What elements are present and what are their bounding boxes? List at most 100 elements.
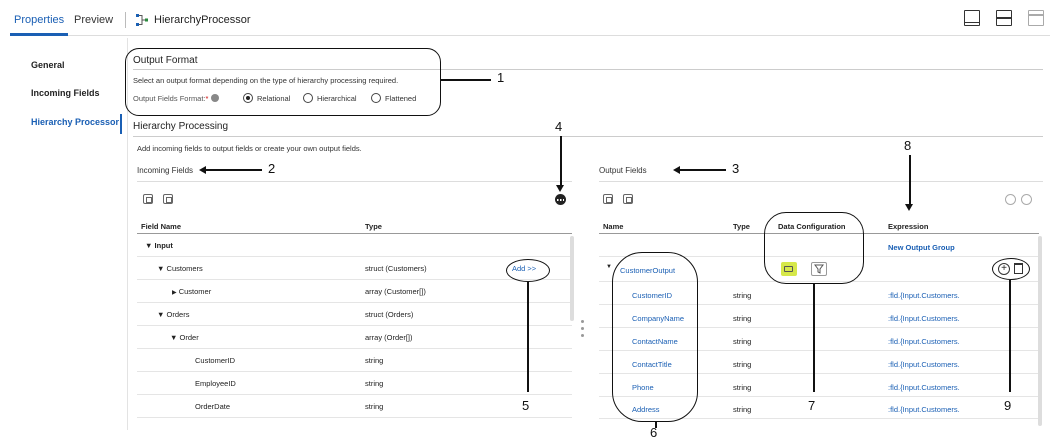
callout-number-9: 9	[1004, 398, 1012, 413]
callout-arrowhead-4	[556, 185, 564, 192]
callout-number-8: 8	[904, 138, 912, 153]
hierarchy-processing-rule	[133, 136, 1043, 137]
collapse-all-icon[interactable]	[163, 194, 173, 204]
hierarchy-processing-title: Hierarchy Processing	[133, 121, 229, 132]
incoming-header-line	[137, 233, 572, 234]
callout-number-2: 2	[268, 161, 276, 176]
incoming-field-label: Order	[179, 333, 199, 342]
callout-number-4: 4	[555, 119, 563, 134]
incoming-field-label: Customer	[178, 287, 212, 296]
expand-toggle-icon[interactable]: ▼	[157, 310, 164, 319]
callout-outline-1	[125, 48, 441, 116]
callout-arrowhead-8	[905, 204, 913, 211]
incoming-field-type: array (Customer[])	[365, 287, 426, 296]
callout-line-3	[679, 169, 726, 171]
tab-preview[interactable]: Preview	[74, 14, 113, 26]
incoming-fields-title: Incoming Fields	[137, 166, 194, 175]
row-divider	[137, 325, 572, 326]
expand-toggle-icon[interactable]: ▼	[606, 264, 612, 270]
incoming-field-type: array (Order[])	[365, 333, 413, 342]
hierarchy-processing-description: Add incoming fields to output fields or …	[137, 144, 362, 153]
row-divider	[137, 394, 572, 395]
output-col-expression: Expression	[888, 222, 929, 231]
incoming-scrollbar[interactable]	[570, 236, 574, 321]
incoming-fields-rule	[137, 181, 572, 182]
incoming-field-label: Customers	[166, 264, 203, 273]
output-field-type: string	[733, 360, 752, 369]
output-col-type: Type	[733, 222, 750, 231]
callout-line-7	[813, 284, 815, 392]
layout-bottom-panel-icon[interactable]	[964, 10, 980, 26]
incoming-field-name: ▼ Order	[170, 333, 199, 342]
output-field-expression[interactable]: :fld.{Input.Customers.	[888, 405, 960, 414]
row-divider	[137, 279, 572, 280]
output-field-expression[interactable]: :fld.{Input.Customers.	[888, 337, 960, 346]
callout-number-3: 3	[732, 161, 740, 176]
row-divider	[137, 417, 572, 418]
incoming-field-type: struct (Customers)	[365, 264, 427, 273]
callout-line-4	[560, 136, 562, 186]
callout-outline-6	[612, 252, 698, 422]
layout-split-panel-icon[interactable]	[996, 10, 1012, 26]
callout-line-2	[205, 169, 262, 171]
active-tab-indicator	[10, 33, 68, 36]
output-field-type: string	[733, 405, 752, 414]
incoming-field-name: ▼ Input	[145, 241, 173, 250]
incoming-col-type: Type	[365, 222, 382, 231]
nav-item-hierarchy-processor[interactable]: Hierarchy Processor	[31, 117, 119, 127]
output-field-type: string	[733, 291, 752, 300]
row-divider	[137, 256, 572, 257]
move-up-icon[interactable]	[1021, 194, 1032, 205]
incoming-field-type: string	[365, 356, 384, 365]
nav-active-indicator	[120, 114, 122, 134]
expand-toggle-icon[interactable]: ▼	[170, 333, 177, 342]
incoming-field-type: string	[365, 402, 384, 411]
expand-toggle-icon[interactable]: ▼	[157, 264, 164, 273]
collapse-all-icon[interactable]	[623, 194, 633, 204]
row-divider	[137, 348, 572, 349]
incoming-col-field-name: Field Name	[141, 222, 182, 231]
tab-properties[interactable]: Properties	[14, 14, 64, 26]
output-field-expression[interactable]: :fld.{Input.Customers.	[888, 314, 960, 323]
move-down-icon[interactable]	[1005, 194, 1016, 205]
callout-line-5	[527, 282, 529, 392]
more-options-icon[interactable]	[555, 194, 566, 205]
incoming-field-type: string	[365, 379, 384, 388]
row-divider	[137, 371, 572, 372]
nav-item-general[interactable]: General	[31, 60, 65, 70]
output-scrollbar[interactable]	[1038, 236, 1042, 426]
panel-resize-handle[interactable]	[581, 320, 585, 341]
callout-line-8	[909, 155, 911, 205]
incoming-field-label: Orders	[166, 310, 190, 319]
incoming-field-name: ▼ Orders	[157, 310, 189, 319]
output-col-name: Name	[603, 222, 624, 231]
output-field-expression[interactable]: :fld.{Input.Customers.	[888, 291, 960, 300]
output-field-expression[interactable]: :fld.{Input.Customers.	[888, 360, 960, 369]
expand-all-icon[interactable]	[143, 194, 153, 204]
layout-top-panel-icon[interactable]	[1028, 10, 1044, 26]
callout-number-5: 5	[522, 398, 530, 413]
output-field-expression[interactable]: :fld.{Input.Customers.	[888, 383, 960, 392]
incoming-field-name: OrderDate	[195, 402, 231, 411]
hierarchy-processor-icon	[136, 14, 148, 26]
output-field-type: string	[733, 314, 752, 323]
incoming-field-type: struct (Orders)	[365, 310, 414, 319]
incoming-field-name: CustomerID	[195, 356, 236, 365]
callout-number-7: 7	[808, 398, 816, 413]
callout-number-6: 6	[650, 425, 658, 438]
incoming-field-name: ▼ Customers	[157, 264, 203, 273]
callout-line-9	[1009, 280, 1011, 392]
expand-toggle-icon[interactable]: ▶	[172, 290, 177, 296]
callout-outline-9	[992, 258, 1030, 280]
callout-outline-7	[764, 212, 864, 284]
new-output-group-link[interactable]: New Output Group	[888, 243, 955, 252]
expand-all-icon[interactable]	[603, 194, 613, 204]
callout-number-1: 1	[497, 70, 505, 85]
expand-toggle-icon[interactable]: ▼	[145, 241, 152, 250]
output-field-type: string	[733, 337, 752, 346]
row-divider	[137, 302, 572, 303]
nav-item-incoming-fields[interactable]: Incoming Fields	[31, 88, 100, 98]
incoming-field-label: Input	[154, 241, 173, 250]
incoming-field-name: EmployeeID	[195, 379, 236, 388]
callout-outline-5	[506, 259, 550, 282]
